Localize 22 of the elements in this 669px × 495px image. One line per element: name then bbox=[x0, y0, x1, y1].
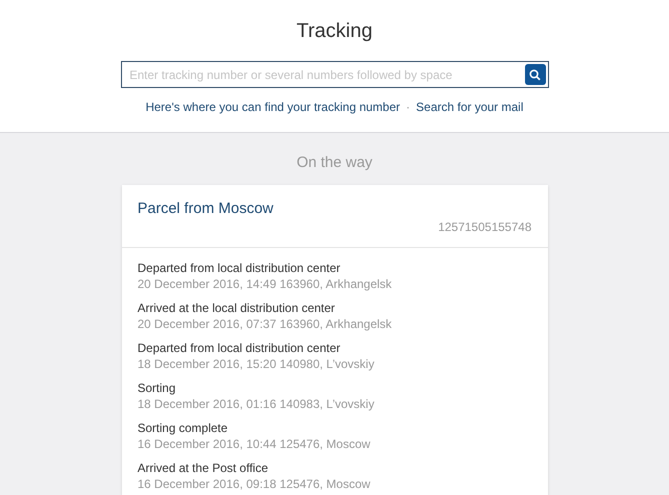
event-details: 18 December 2016, 15:20 140980, L’vovskiy bbox=[138, 356, 374, 372]
event-details: 16 December 2016, 09:18 125476, Moscow bbox=[138, 476, 370, 492]
event-status: Departed from local distribution center bbox=[138, 260, 340, 276]
event-status: Sorting complete bbox=[138, 420, 228, 436]
event-details: 18 December 2016, 01:16 140983, L’vovskiy bbox=[138, 396, 374, 412]
event-status: Sorting bbox=[138, 380, 176, 396]
parcel-title[interactable]: Parcel from Moscow bbox=[138, 199, 532, 219]
section-title: On the way bbox=[296, 153, 372, 173]
search-button[interactable] bbox=[524, 64, 546, 85]
event-status: Departed from local distribution center bbox=[138, 340, 340, 356]
event-details: 20 December 2016, 14:49 163960, Arkhangelsk bbox=[138, 276, 392, 292]
event-status: Arrived at the Post office bbox=[138, 460, 268, 476]
event-status: Arrived at the local distribution center bbox=[138, 300, 335, 316]
event-details: 20 December 2016, 07:37 163960, Arkhangelsk bbox=[138, 316, 392, 332]
page-title: Tracking bbox=[296, 19, 372, 44]
separator-dot: · bbox=[406, 99, 410, 116]
event-details: 16 December 2016, 10:44 125476, Moscow bbox=[138, 436, 370, 452]
help-link[interactable]: Here's where you can find your tracking number bbox=[146, 98, 400, 116]
help-link[interactable]: Search for your mail bbox=[416, 98, 524, 116]
search-field[interactable]: Enter tracking number or several numbers followed by space bbox=[120, 61, 548, 88]
tracking-number: 12571505155748 bbox=[438, 219, 532, 235]
search-icon bbox=[529, 68, 541, 80]
